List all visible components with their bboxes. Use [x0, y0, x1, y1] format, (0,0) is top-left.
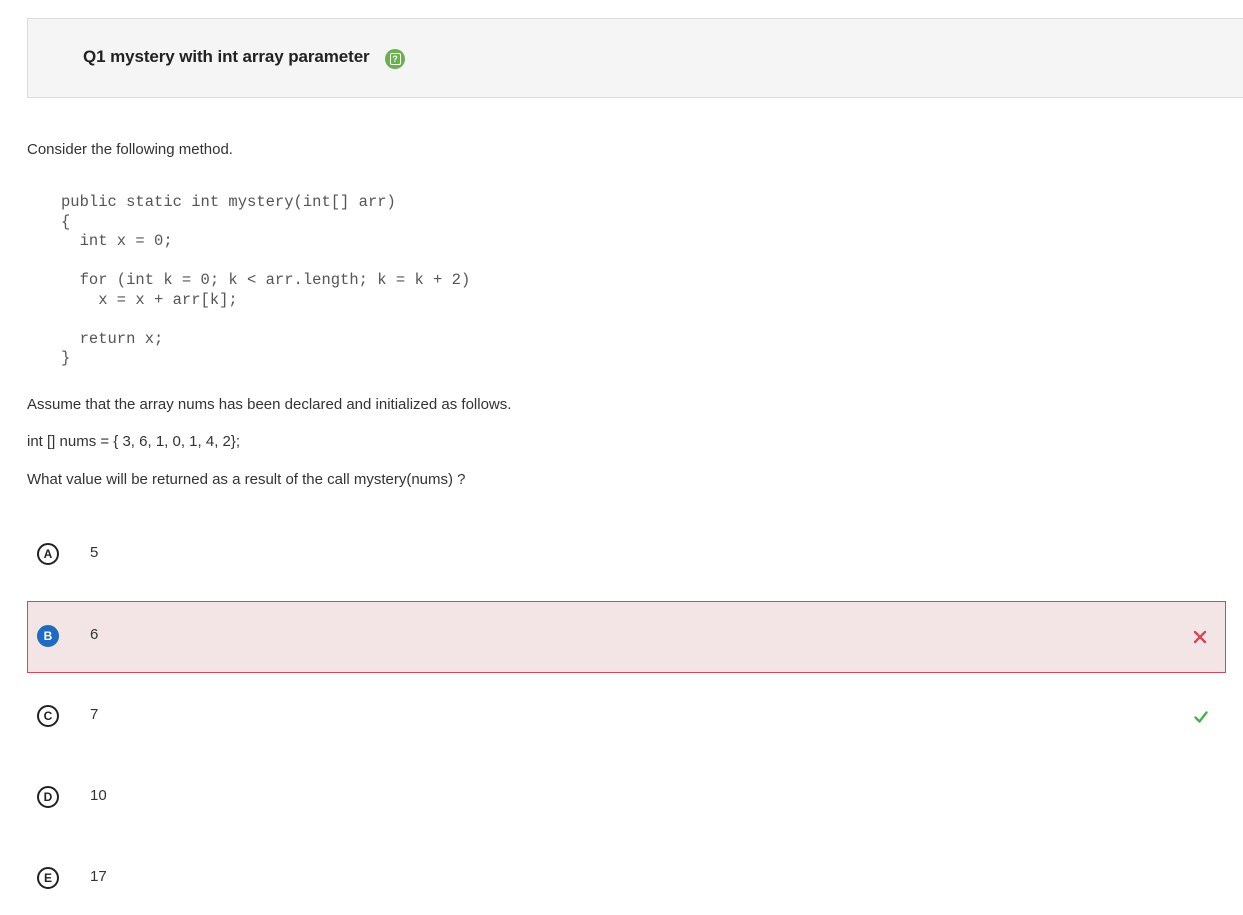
option-value: 6: [90, 626, 99, 643]
option-letter-badge: C: [37, 705, 59, 727]
help-icon[interactable]: ?: [385, 49, 405, 69]
option-letter-badge: A: [37, 543, 59, 565]
option-value: 17: [90, 868, 107, 885]
option-letter-badge: D: [37, 786, 59, 808]
question-prompt: What value will be returned as a result …: [27, 471, 466, 488]
option-value: 5: [90, 544, 99, 561]
question-intro: Consider the following method.: [27, 141, 233, 158]
help-icon-glyph: ?: [389, 53, 401, 65]
answer-option-d[interactable]: D 10: [27, 762, 1226, 834]
question-title: Q1 mystery with int array parameter: [83, 47, 370, 66]
correct-check-icon: [1194, 711, 1208, 723]
answer-option-b[interactable]: B 6: [27, 601, 1226, 673]
option-letter-badge: B: [37, 625, 59, 647]
answer-option-a[interactable]: A 5: [27, 519, 1226, 591]
answer-option-e[interactable]: E 17: [27, 843, 1226, 915]
option-letter-badge: E: [37, 867, 59, 889]
option-value: 10: [90, 787, 107, 804]
question-header: Q1 mystery with int array parameter ?: [27, 18, 1243, 98]
array-declaration: int [] nums = { 3, 6, 1, 0, 1, 4, 2};: [27, 433, 241, 450]
assumption-text: Assume that the array nums has been decl…: [27, 396, 512, 413]
option-value: 7: [90, 706, 99, 723]
answer-option-c[interactable]: C 7: [27, 681, 1226, 753]
code-block: public static int mystery(int[] arr) { i…: [61, 193, 471, 367]
incorrect-x-icon: [1193, 630, 1207, 644]
